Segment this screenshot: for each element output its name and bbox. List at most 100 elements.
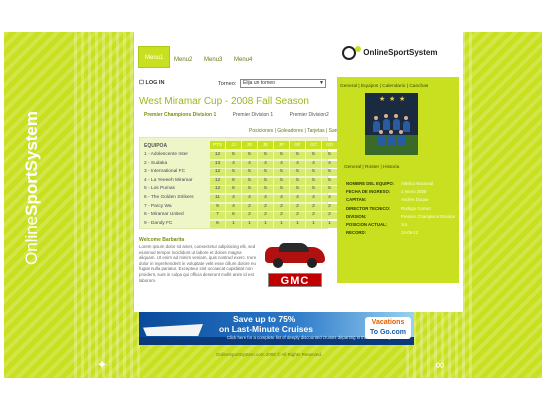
table-cell: 5 [274, 152, 289, 159]
team-info-line: DIRECTOR TECNICO: Rodrigo Gomez [346, 205, 455, 213]
table-cell: 2 [258, 203, 273, 211]
table-cell: 5 [274, 177, 289, 185]
table-cell: 2 [306, 212, 321, 220]
frame-stripes-left [74, 32, 140, 378]
team-name[interactable]: 5 - Los Pumas [144, 186, 175, 191]
table-cell: 4 [290, 195, 305, 202]
tab-division-2[interactable]: Premier Division 1 [233, 112, 274, 118]
table-cell: 4 [226, 160, 241, 168]
player [388, 135, 395, 146]
player-head [399, 130, 403, 134]
team-info-line: RECORD: 13-05-12 [346, 229, 455, 237]
season-select-value: Elija un torneo [243, 80, 275, 86]
menu-item-4[interactable]: Menu4 [234, 57, 252, 63]
login-link[interactable]: ☐ LOG IN [139, 80, 164, 86]
table-cell: 2 [274, 203, 289, 211]
team-name[interactable]: 9 - Dandy FC [144, 221, 173, 226]
table-cell: 5 [306, 177, 321, 185]
table-cell: 2 [322, 212, 337, 220]
table-row[interactable]: 3 - International FC 12 5 5 5 5 5 5 5 [140, 168, 337, 177]
car-wheel [273, 258, 283, 268]
table-cell: 4 [226, 195, 241, 202]
team-info-line: DIVISION: Premier Champions Division [346, 213, 455, 221]
table-cell: 4 [226, 203, 241, 211]
team-name[interactable]: 6 - The Golden Strikers [144, 195, 194, 200]
team-name[interactable]: 2 - Sudaka [144, 161, 167, 166]
car-ad-image[interactable] [265, 241, 325, 268]
table-cell: 5 [290, 186, 305, 194]
banner-headline: Save up to 75% [233, 314, 296, 324]
team-info-value: 1ro [401, 222, 408, 228]
gmc-logo[interactable]: GMC [268, 273, 322, 287]
team-panel-tabs[interactable]: General | Equipos | Calendario | Canchas [340, 84, 428, 89]
star-icon: ★ [399, 96, 406, 103]
team-name[interactable]: 1 - Adolescente Inter [144, 152, 188, 157]
table-cell: 4 [258, 160, 273, 168]
table-row[interactable]: 4 - La Yeeeeh Miramar 12 6 5 5 5 5 5 5 [140, 177, 337, 185]
team-info-label: DIVISION: [346, 213, 367, 219]
table-row[interactable]: 7 - Parcy Wa 9 4 2 2 2 2 2 2 [140, 203, 337, 211]
team-info-value: Atletico Nacional [401, 181, 434, 186]
table-cell: 5 [226, 169, 241, 177]
standings-column-header: JP [274, 141, 289, 149]
team-name[interactable]: 3 - International FC [144, 169, 185, 174]
team-info-value: 13-05-12 [401, 230, 419, 236]
table-row[interactable]: 1 - Adolescente Inter 12 5 5 5 5 5 5 5 [140, 151, 337, 159]
side-brand-text: OnlineSportSystem [22, 110, 41, 265]
season-select[interactable]: Elija un torneo ▼ [240, 79, 326, 88]
standings-column-header: JG [242, 141, 257, 149]
brand-logo[interactable]: OnlineSportSystem [342, 46, 437, 60]
standings-column-header: GF [290, 141, 305, 149]
team-info-value: Premier Champions Division [401, 213, 456, 219]
team-name[interactable]: 4 - La Yeeeeh Miramar [144, 178, 193, 183]
team-info-value: 1 enero 2008 [401, 189, 427, 195]
table-cell: 6 [226, 186, 241, 194]
table-cell: 5 [258, 152, 273, 159]
team-name[interactable]: 8 - Miramar United [144, 212, 184, 217]
table-cell: 4 [242, 195, 257, 202]
table-cell: 9 [210, 203, 225, 211]
team-info-line: CAPITAN: Andres Duque [346, 196, 455, 204]
vacations-logo-bottom: To Go.com [369, 329, 407, 336]
tab-division-1[interactable]: Premier Champions Division 1 [144, 112, 216, 118]
table-cell: 5 [258, 186, 273, 194]
link-icon[interactable]: ∞ [432, 357, 448, 373]
table-row[interactable]: 9 - Dandy FC 6 1 1 1 1 1 1 1 [140, 220, 337, 228]
table-cell: 2 [290, 212, 305, 220]
table-cell: 1 [322, 220, 337, 228]
team-info-line: FECHA DE INGRESO: 1 enero 2008 [346, 188, 455, 196]
table-cell: 5 [322, 177, 337, 185]
menu-item-3[interactable]: Menu3 [204, 57, 222, 63]
brand-name: SportSystem [388, 48, 438, 58]
team-info-label: CAPITAN: [346, 197, 367, 203]
table-row[interactable]: 5 - Los Pumas 12 6 5 5 5 5 5 5 [140, 185, 337, 194]
menu-item-2[interactable]: Menu2 [174, 57, 192, 63]
table-cell: 5 [306, 169, 321, 177]
table-row[interactable]: 2 - Sudaka 13 4 4 4 4 4 4 4 [140, 160, 337, 168]
news-title[interactable]: Welcome Barbarita [139, 237, 184, 243]
standings-header: EQUIPOA [144, 143, 168, 149]
table-cell: 12 [210, 169, 225, 177]
team-name[interactable]: 7 - Parcy Wa [144, 204, 172, 209]
table-cell: 5 [306, 152, 321, 159]
tab-division-3[interactable]: Premier Division2 [290, 112, 329, 118]
car-glass [279, 243, 309, 252]
table-cell: 4 [306, 160, 321, 168]
share-icon[interactable]: ✦ [94, 357, 110, 373]
table-cell: 2 [242, 203, 257, 211]
table-cell: 2 [258, 212, 273, 220]
table-cell: 13 [210, 160, 225, 168]
table-cell: 1 [258, 220, 273, 228]
table-cell: 2 [290, 203, 305, 211]
menu-item-1[interactable]: Menu1 [138, 46, 171, 68]
table-cell: 4 [322, 160, 337, 168]
top-menu: Menu1 Menu2 Menu3 Menu4 [134, 43, 334, 75]
table-cell: 4 [322, 195, 337, 202]
table-row[interactable]: 6 - The Golden Strikers 11 4 4 4 4 4 4 4 [140, 194, 337, 202]
cruise-ship-icon [143, 324, 203, 336]
table-cell: 1 [242, 220, 257, 228]
team-sub-tabs[interactable]: General | Roster | Historia [344, 165, 399, 170]
table-row[interactable]: 8 - Miramar United 7 6 2 2 2 2 2 2 [140, 211, 337, 220]
table-cell: 5 [242, 152, 257, 159]
cruise-banner-ad[interactable]: Save up to 75% on Last-Minute Cruises Cl… [139, 312, 414, 345]
